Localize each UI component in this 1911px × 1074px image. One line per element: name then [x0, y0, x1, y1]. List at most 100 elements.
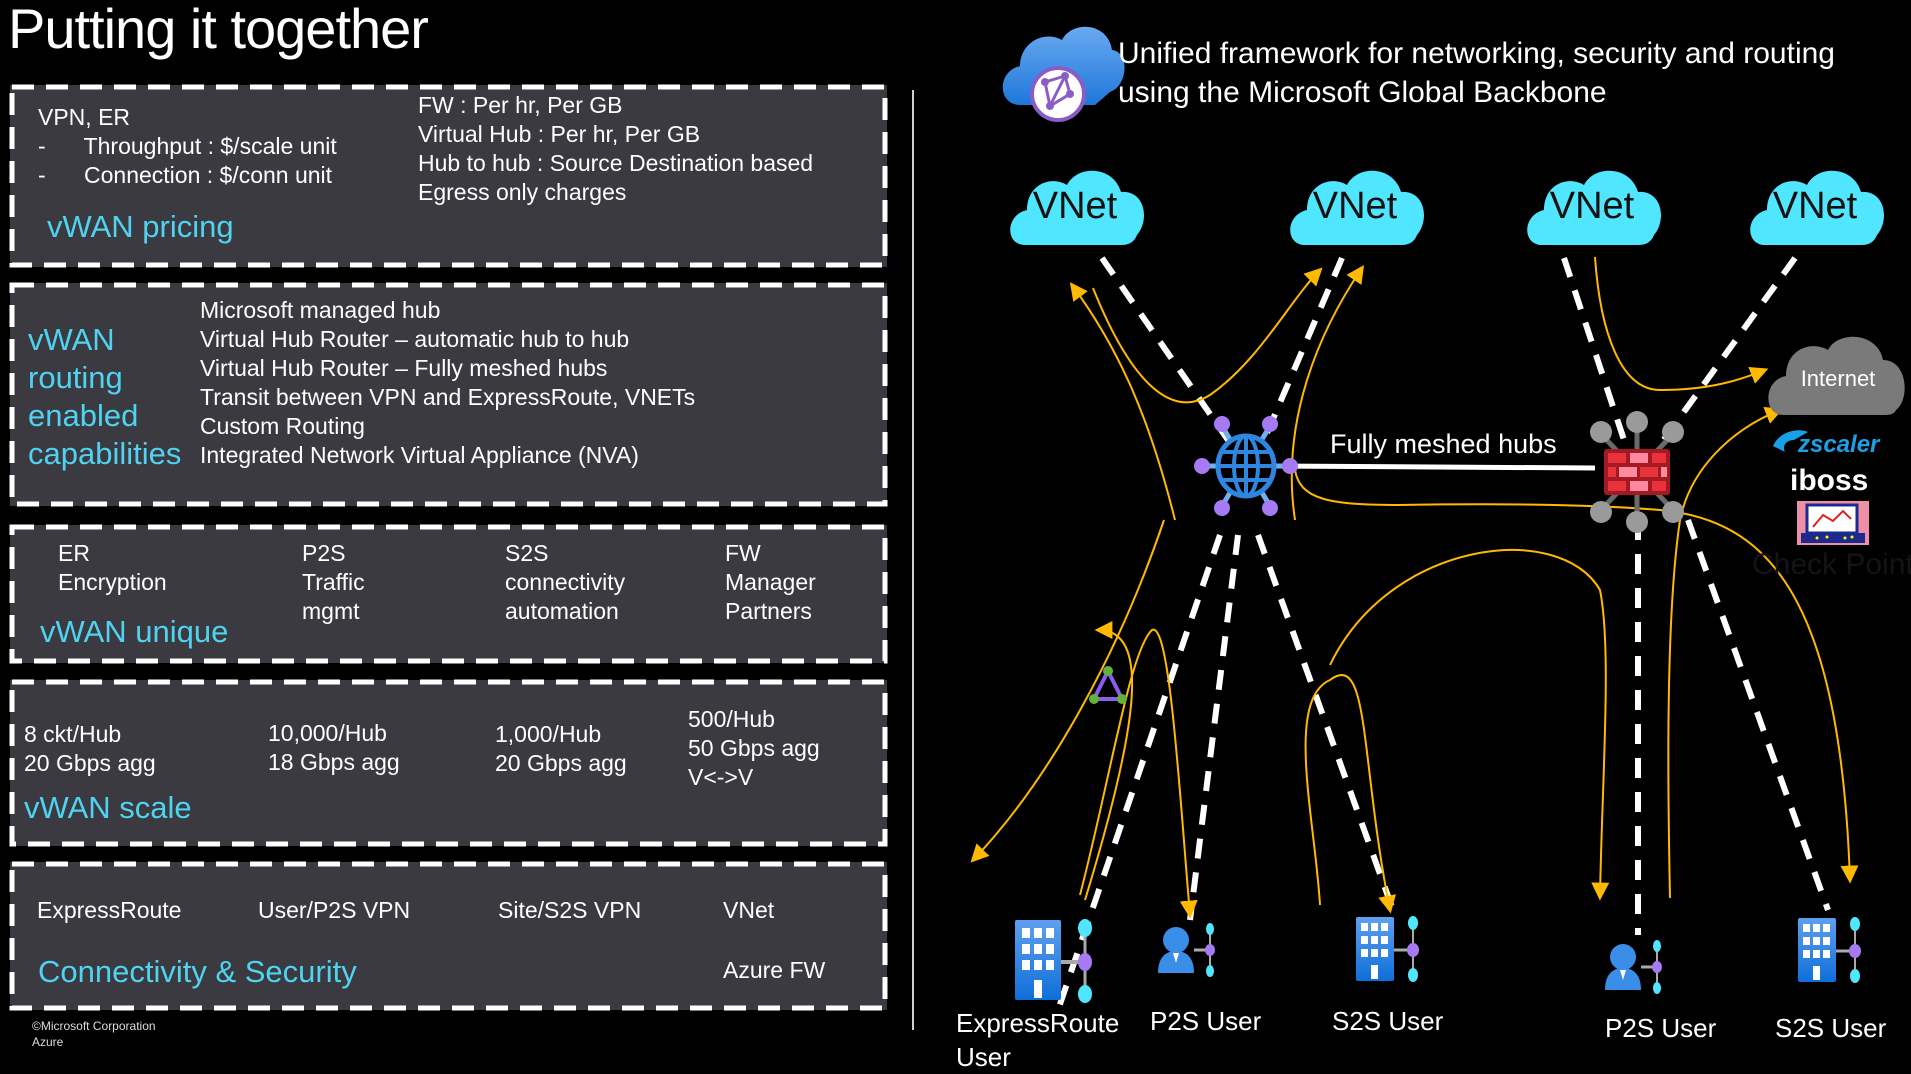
scale-text: 8 ckt/Hub: [24, 721, 122, 747]
internet-cloud[interactable]: Internet: [1768, 336, 1905, 415]
pricing-panel: VPN, ER - Throughput : $/scale unit - Co…: [9, 84, 888, 268]
building-icon[interactable]: [1798, 917, 1861, 983]
scale-text: V<->V: [688, 764, 754, 790]
endpoint-label: P2S User: [1605, 1013, 1717, 1043]
unique-text: Manager: [725, 569, 816, 595]
flow-arrow: [1069, 282, 1176, 521]
connection-line: [1187, 534, 1241, 921]
connectivity-item: Site/S2S VPN: [498, 897, 642, 923]
routing-heading-line: enabled: [28, 398, 139, 433]
unique-text: automation: [505, 598, 619, 624]
scale-column: 500/Hub 50 Gbps agg V<->V: [688, 705, 820, 792]
internet-label: Internet: [1801, 366, 1876, 391]
user-icon[interactable]: [1605, 940, 1662, 994]
pricing-right-line: Virtual Hub : Per hr, Per GB: [418, 121, 701, 147]
scale-column: 10,000/Hub 18 Gbps agg: [268, 719, 400, 777]
unique-column: FW Manager Partners: [725, 539, 816, 626]
connection-lines: [1055, 256, 1831, 1011]
flow-arrow: [1294, 469, 1859, 884]
scale-text: 18 Gbps agg: [268, 749, 400, 775]
unique-text: Encryption: [58, 569, 167, 595]
firewall-hub-icon[interactable]: [1590, 411, 1684, 533]
endpoint-label: ExpressRoute User: [956, 1006, 1119, 1074]
scale-text: 50 Gbps agg: [688, 735, 820, 761]
routing-panel: vWAN routing enabled capabilities Micros…: [9, 282, 888, 507]
connectivity-item: ExpressRoute: [37, 897, 182, 923]
unique-text: connectivity: [505, 569, 626, 595]
iboss-logo: iboss: [1790, 464, 1868, 497]
endpoint-label: S2S User: [1775, 1013, 1887, 1043]
diagram-header-line: Unified framework for networking, securi…: [1118, 37, 1835, 70]
endpoint-label: P2S User: [1150, 1006, 1262, 1036]
unique-text: FW: [725, 540, 761, 566]
diagram-header: Unified framework for networking, securi…: [1118, 34, 1835, 112]
pricing-right-line: Hub to hub : Source Destination based: [418, 150, 814, 176]
routing-heading-line: vWAN: [28, 322, 115, 357]
copyright: ©Microsoft Corporation Azure: [32, 1018, 156, 1050]
endpoint-label-line: ExpressRoute: [956, 1008, 1120, 1038]
scale-text: 20 Gbps agg: [24, 750, 156, 776]
vnet-label: VNet: [1033, 185, 1118, 227]
connectivity-item: User/P2S VPN: [258, 897, 411, 923]
unique-text: mgmt: [302, 598, 360, 624]
vnet-cloud[interactable]: VNet: [1010, 170, 1144, 245]
connectivity-extra: Azure FW: [723, 957, 826, 983]
unique-column: ER Encryption: [58, 539, 167, 597]
connection-line: [1255, 533, 1396, 912]
connectivity-item: VNet: [723, 897, 775, 923]
vnet-label: VNet: [1773, 185, 1858, 227]
building-icon[interactable]: [1015, 919, 1092, 1003]
flow-arrow: [1329, 549, 1610, 901]
vnet-cloud[interactable]: VNet: [1750, 170, 1884, 245]
routing-item: Virtual Hub Router – automatic hub to hu…: [200, 326, 630, 352]
scale-panel: 8 ckt/Hub 20 Gbps agg 10,000/Hub 18 Gbps…: [9, 679, 888, 847]
pricing-right-line: FW : Per hr, Per GB: [418, 92, 623, 118]
connection-line: [1657, 256, 1798, 447]
zscaler-logo: zscaler: [1773, 430, 1881, 458]
scale-heading: vWAN scale: [24, 790, 192, 825]
checkpoint-text: Check Point: [1752, 548, 1911, 581]
checkpoint-logo: [1797, 501, 1869, 545]
hub-link-line: [1271, 463, 1596, 471]
traffic-flows: [970, 256, 1859, 919]
pricing-heading: vWAN pricing: [47, 209, 234, 244]
connectivity-panel: ExpressRoute User/P2S VPN Site/S2S VPN V…: [9, 861, 888, 1011]
slide-title: Putting it together: [8, 0, 429, 60]
building-icon[interactable]: [1356, 916, 1419, 982]
unique-heading: vWAN unique: [40, 614, 229, 649]
unique-text: Traffic: [302, 569, 365, 595]
unique-panel: ER Encryption P2S Traffic mgmt S2S conne…: [9, 524, 888, 664]
flow-arrow: [1667, 406, 1784, 899]
routing-item: Integrated Network Virtual Appliance (NV…: [200, 442, 639, 468]
flow-arrow: [970, 519, 1165, 863]
hub-link-label: Fully meshed hubs: [1330, 429, 1557, 459]
scale-text: 1,000/Hub: [495, 721, 602, 747]
connection-line: [1099, 256, 1231, 442]
vnet-cloud[interactable]: VNet: [1290, 170, 1424, 245]
scale-column: 1,000/Hub 20 Gbps agg: [495, 720, 627, 778]
routing-item: Custom Routing: [200, 413, 365, 439]
unique-text: ER: [58, 540, 90, 566]
pricing-right-line: Egress only charges: [418, 179, 627, 205]
virtual-hub-icon[interactable]: [1194, 416, 1298, 516]
scale-text: 500/Hub: [688, 706, 775, 732]
scale-text: 10,000/Hub: [268, 720, 387, 746]
connection-line: [1261, 256, 1345, 442]
copyright-text: ©Microsoft Corporation: [32, 1019, 156, 1033]
zscaler-text: zscaler: [1797, 431, 1881, 458]
diagram-header-line: using the Microsoft Global Backbone: [1118, 76, 1607, 109]
unique-text: P2S: [302, 540, 346, 566]
user-icon[interactable]: [1158, 923, 1215, 977]
vnet-cloud[interactable]: VNet: [1527, 170, 1661, 245]
scale-text: 20 Gbps agg: [495, 750, 627, 776]
unique-column: S2S connectivity automation: [505, 539, 625, 626]
connection-line: [1561, 257, 1627, 441]
flow-arrow: [1594, 256, 1769, 392]
routing-item: Virtual Hub Router – Fully meshed hubs: [200, 355, 608, 381]
pricing-left-line: - Throughput : $/scale unit: [38, 133, 337, 159]
routing-item: Transit between VPN and ExpressRoute, VN…: [200, 384, 696, 410]
copyright-sub: Azure: [32, 1035, 64, 1049]
scale-column: 8 ckt/Hub 20 Gbps agg: [24, 720, 156, 778]
unique-text: S2S: [505, 540, 549, 566]
vnet-label: VNet: [1313, 185, 1398, 227]
